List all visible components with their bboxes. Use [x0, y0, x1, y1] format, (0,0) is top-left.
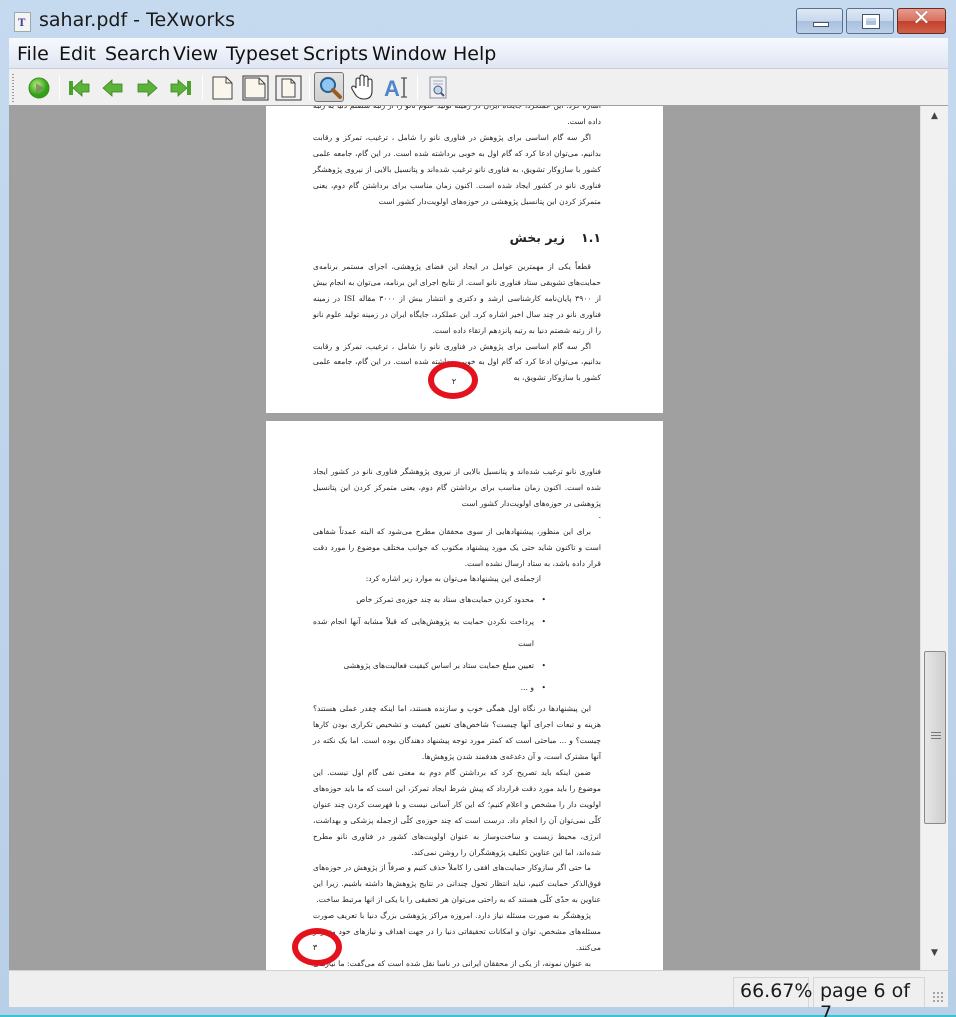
page-icon — [212, 76, 233, 100]
first-page-button[interactable] — [64, 72, 94, 102]
menu-search[interactable]: Search — [105, 43, 170, 65]
resize-grip[interactable] — [932, 991, 944, 1003]
svg-text:A: A — [384, 76, 400, 101]
last-page-button[interactable] — [166, 72, 196, 102]
text-line: اشاره کرد. این عملکرد، جایگاه ایران در ز… — [313, 106, 601, 110]
texworks-app-icon — [14, 12, 31, 32]
page-indicator[interactable]: page 6 of 7 — [813, 977, 925, 1017]
toolbar: A — [9, 69, 948, 106]
paragraph: این پیشنهادها در نگاه اول همگی خوب و ساز… — [313, 704, 601, 762]
page-2-body-top: اشاره کرد. این عملکرد، جایگاه ایران در ز… — [313, 106, 601, 209]
play-icon — [28, 77, 50, 99]
section-number: ۱.۱ — [580, 230, 601, 245]
bullet-list: محدود کردن حمایت‌های ستاد به چند حوزه‌ی … — [313, 589, 601, 699]
go-to-source-button[interactable] — [423, 72, 453, 102]
arrow-down-icon: ▼ — [931, 948, 938, 958]
scroll-down-button[interactable]: ▼ — [921, 948, 948, 968]
paragraph: اگر سه گام اساسی برای پژوهش در فناوری نا… — [313, 132, 601, 206]
document-search-icon — [429, 76, 447, 99]
pdf-viewport[interactable]: اشاره کرد. این عملکرد، جایگاه ایران در ز… — [9, 106, 920, 970]
red-annotation-circle — [428, 361, 478, 399]
stray-dot: . — [598, 510, 601, 520]
toolbar-separator — [202, 75, 203, 100]
select-text-tool-button[interactable]: A — [381, 72, 411, 102]
first-page-icon — [69, 79, 90, 97]
list-intro: ازجمله‌ی این پیشنهادها می‌توان به موارد … — [365, 574, 541, 584]
close-icon: ✕ — [912, 6, 931, 31]
thumb-grip-icon — [931, 732, 941, 741]
page-3-body: فناوری نانو ترغیب شده‌اند و پتانسیل بالا… — [313, 464, 601, 970]
bullet-item: تعیین مبلغ حمایت ستاد بر اساس کیفیت فعال… — [313, 655, 546, 677]
actual-size-button[interactable] — [207, 72, 237, 102]
red-annotation-circle — [292, 928, 342, 966]
paragraph: داده است. — [567, 117, 601, 126]
window-title: sahar.pdf - TeXworks — [39, 9, 236, 31]
paragraph: برای این منظور، پیشنهادهایی از سوی محققا… — [313, 526, 601, 568]
close-button[interactable]: ✕ — [897, 6, 946, 34]
menu-typeset[interactable]: Typeset — [226, 43, 299, 65]
menu-bar: File Edit Search View Typeset Scripts Wi… — [9, 38, 948, 69]
status-bar: 66.67% page 6 of 7 — [9, 970, 948, 1017]
scroll-tool-button[interactable] — [347, 72, 377, 102]
fit-window-button[interactable] — [273, 72, 303, 102]
scroll-up-button[interactable]: ▲ — [921, 111, 948, 131]
last-page-icon — [170, 79, 191, 97]
texworks-pdf-window: sahar.pdf - TeXworks ✕ File Edit Search … — [0, 0, 956, 1017]
paragraph: قطعاً یکی از مهمترین عوامل در ایجاد این … — [313, 262, 602, 335]
magnifier-icon — [320, 77, 342, 99]
toolbar-separator — [417, 75, 418, 100]
bullet-item: محدود کردن حمایت‌های ستاد به چند حوزه‌ی … — [313, 589, 546, 611]
page-fit-width-icon — [242, 75, 269, 101]
title-bar: sahar.pdf - TeXworks ✕ — [0, 0, 956, 38]
pdf-page-3: فناوری نانو ترغیب شده‌اند و پتانسیل بالا… — [266, 421, 663, 970]
zoom-level[interactable]: 66.67% — [733, 977, 812, 1007]
menu-edit[interactable]: Edit — [59, 43, 96, 65]
text-select-icon: A — [384, 76, 407, 101]
arrow-right-icon — [137, 79, 158, 97]
scrollbar-thumb[interactable] — [924, 651, 946, 824]
fit-width-button[interactable] — [240, 72, 270, 102]
arrow-left-icon — [102, 79, 123, 97]
menu-window[interactable]: Window — [372, 43, 447, 65]
menu-view[interactable]: View — [173, 43, 218, 65]
menu-help[interactable]: Help — [453, 43, 496, 65]
bullet-item: پرداخت نکردن حمایت به پژوهش‌هایی که قبلا… — [313, 611, 546, 655]
maximize-icon — [862, 14, 880, 29]
paragraph: پژوهشگر به صورت مسئله نیاز دارد. امروزه … — [313, 911, 601, 952]
section-heading: ۱.۱ زیر بخش — [510, 230, 601, 245]
pdf-page-2: اشاره کرد. این عملکرد، جایگاه ایران در ز… — [266, 106, 663, 413]
maximize-button[interactable] — [846, 8, 894, 34]
bullet-item: و ... — [313, 677, 546, 699]
minimize-button[interactable] — [796, 8, 843, 34]
previous-page-button[interactable] — [98, 72, 128, 102]
toolbar-grip[interactable] — [12, 74, 14, 102]
menu-file[interactable]: File — [17, 43, 49, 65]
typeset-button[interactable] — [24, 72, 54, 102]
menu-scripts[interactable]: Scripts — [303, 43, 368, 65]
minimize-icon — [813, 22, 829, 27]
hand-icon — [351, 74, 373, 100]
toolbar-separator — [59, 75, 60, 100]
paragraph: ما حتی اگر سازوکار حمایت‌های افقی را کام… — [313, 863, 601, 905]
page-fit-window-icon — [275, 75, 302, 101]
vertical-scrollbar[interactable]: ▲ ▼ — [920, 106, 948, 970]
paragraph: به عنوان نمونه، از یکی از محققان ایرانی … — [313, 958, 591, 968]
paragraph: ضمن اینکه باید تصریح کرد که برداشتن گام … — [313, 767, 601, 857]
section-title: زیر بخش — [509, 230, 565, 245]
magnify-tool-button[interactable] — [314, 72, 344, 102]
next-page-button[interactable] — [132, 72, 162, 102]
toolbar-separator — [309, 75, 310, 100]
paragraph: فناوری نانو ترغیب شده‌اند و پتانسیل بالا… — [313, 467, 601, 508]
arrow-up-icon: ▲ — [931, 111, 938, 121]
